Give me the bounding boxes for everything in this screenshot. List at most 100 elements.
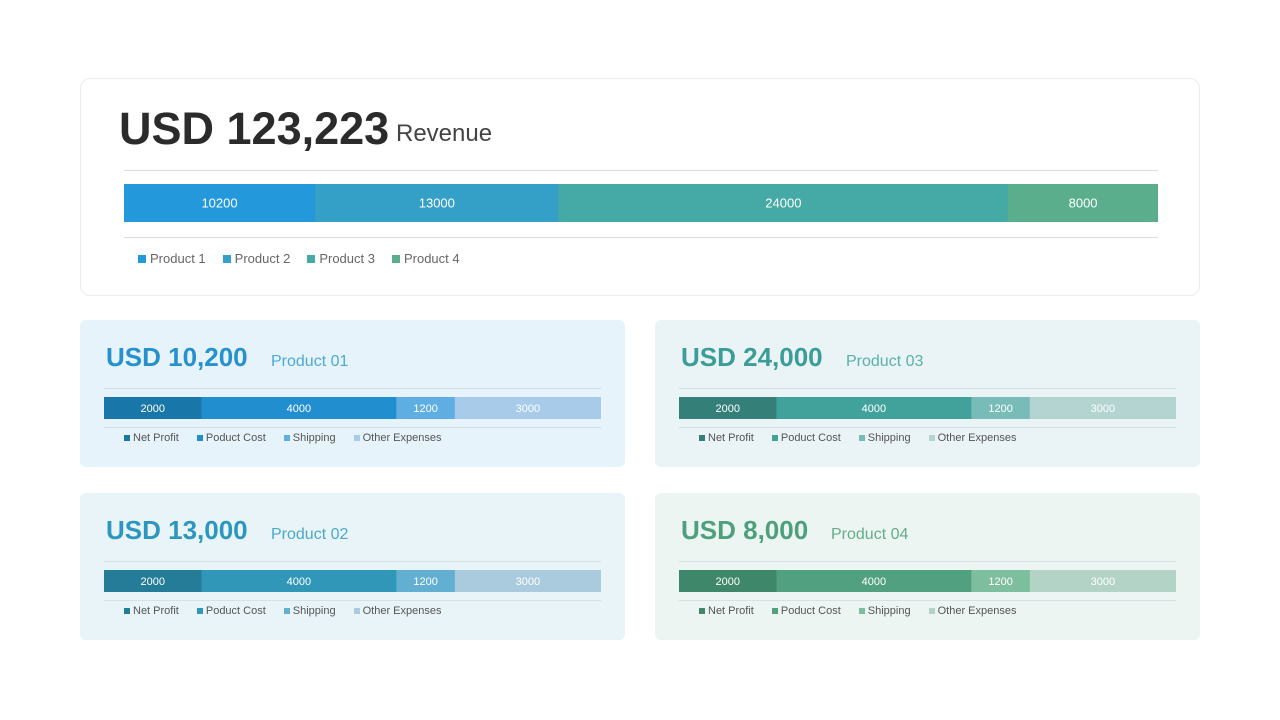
product-name: Product 01	[271, 353, 349, 370]
legend-swatch	[138, 254, 146, 263]
legend-label: Shipping	[292, 605, 336, 617]
revenue-legend: Product 1 Product 2 Product 3 Product 4	[138, 251, 477, 266]
product-stacked-bar: 2000 4000 1200 3000	[104, 397, 601, 419]
bar-value-label: 1200	[988, 576, 1012, 588]
divider	[104, 388, 601, 389]
legend-item: Product 4	[391, 251, 460, 266]
revenue-amount: USD 123,223	[119, 103, 390, 154]
legend-item: Shipping	[283, 432, 336, 444]
divider	[679, 600, 1176, 601]
bar-value-label: 3000	[1091, 576, 1115, 588]
bar-value-label: 2000	[715, 403, 739, 415]
legend-label: Net Profit	[133, 432, 179, 444]
legend-swatch	[699, 608, 705, 614]
legend-label: Poduct Cost	[205, 605, 266, 617]
bar-value-label: 8000	[1069, 196, 1098, 211]
legend-swatch	[283, 608, 290, 614]
divider	[124, 170, 1158, 171]
bar-value-label: 4000	[287, 576, 311, 588]
legend-item: Net Profit	[699, 605, 754, 617]
legend-swatch	[222, 254, 231, 263]
divider	[104, 561, 601, 562]
product-stacked-bar: 2000 4000 1200 3000	[679, 397, 1176, 419]
bar-value-label: 1200	[413, 576, 437, 588]
bar-value-label: 13000	[419, 196, 455, 211]
legend-swatch	[124, 435, 130, 441]
bar-value-label: 4000	[862, 403, 886, 415]
legend-label: Other Expenses	[362, 605, 442, 617]
product-card: USD 24,000 Product 03 2000 4000 1200 3000 N…	[655, 320, 1200, 467]
divider	[679, 427, 1176, 428]
bar-value-label: 3000	[516, 403, 540, 415]
legend-label: Product 3	[319, 251, 375, 266]
product-legend: Net Profit Poduct Cost Shipping Other Ex…	[699, 605, 1034, 617]
product-amount: USD 24,000	[681, 342, 823, 372]
legend-item: Other Expenses	[928, 432, 1017, 444]
legend-label: Poduct Cost	[205, 432, 266, 444]
legend-item: Product 1	[138, 251, 206, 266]
legend-label: Shipping	[867, 605, 911, 617]
product-stacked-bar: 2000 4000 1200 3000	[104, 570, 601, 592]
bar-value-label: 3000	[516, 576, 540, 588]
bar-value-label: 2000	[140, 576, 164, 588]
legend-label: Shipping	[867, 432, 911, 444]
legend-swatch	[196, 608, 203, 614]
product-legend: Net Profit Poduct Cost Shipping Other Ex…	[699, 432, 1034, 444]
bar-value-label: 3000	[1091, 403, 1115, 415]
product-name: Product 02	[271, 526, 349, 543]
bar-value-label: 4000	[862, 576, 886, 588]
product-stacked-bar: 2000 4000 1200 3000	[679, 570, 1176, 592]
bar-value-label: 24000	[765, 196, 801, 211]
legend-swatch	[771, 435, 778, 441]
revenue-card: USD 123,223 Revenue 10200 13000 24000 8000 …	[80, 78, 1200, 296]
legend-swatch	[196, 435, 203, 441]
legend-item: Net Profit	[699, 432, 754, 444]
legend-label: Net Profit	[708, 605, 754, 617]
legend-swatch	[353, 435, 360, 441]
legend-label: Other Expenses	[937, 605, 1017, 617]
legend-item: Other Expenses	[353, 605, 442, 617]
revenue-stacked-bar: 10200 13000 24000 8000	[124, 184, 1158, 222]
legend-label: Other Expenses	[937, 432, 1017, 444]
product-card: USD 10,200 Product 01 2000 4000 1200 3000 N…	[80, 320, 625, 467]
legend-swatch	[858, 435, 865, 441]
divider	[104, 600, 601, 601]
legend-item: Other Expenses	[928, 605, 1017, 617]
divider	[124, 237, 1158, 238]
bar-value-label: 10200	[201, 196, 237, 211]
legend-label: Poduct Cost	[780, 605, 841, 617]
legend-label: Product 4	[403, 251, 460, 266]
legend-item: Poduct Cost	[771, 432, 841, 444]
legend-swatch	[928, 435, 935, 441]
legend-item: Shipping	[283, 605, 336, 617]
legend-label: Product 1	[150, 251, 206, 266]
legend-swatch	[771, 608, 778, 614]
bar-value-label: 1200	[413, 403, 437, 415]
legend-item: Product 2	[222, 251, 291, 266]
legend-item: Shipping	[858, 605, 911, 617]
bar-value-label: 2000	[715, 576, 739, 588]
legend-item: Poduct Cost	[771, 605, 841, 617]
legend-label: Net Profit	[708, 432, 754, 444]
product-amount: USD 10,200	[106, 342, 248, 372]
legend-label: Net Profit	[133, 605, 179, 617]
legend-swatch	[699, 435, 705, 441]
legend-item: Poduct Cost	[196, 605, 266, 617]
legend-swatch	[858, 608, 865, 614]
product-amount: USD 13,000	[106, 515, 248, 545]
divider	[104, 427, 601, 428]
revenue-label: Revenue	[396, 120, 493, 147]
divider	[679, 561, 1176, 562]
legend-label: Shipping	[292, 432, 336, 444]
product-amount: USD 8,000	[681, 515, 809, 545]
divider	[679, 388, 1176, 389]
legend-swatch	[391, 254, 400, 263]
product-legend: Net Profit Poduct Cost Shipping Other Ex…	[124, 605, 459, 617]
legend-label: Product 2	[234, 251, 291, 266]
legend-item: Net Profit	[124, 432, 179, 444]
legend-swatch	[353, 608, 360, 614]
legend-swatch	[307, 254, 316, 263]
bar-value-label: 2000	[140, 403, 164, 415]
legend-label: Other Expenses	[362, 432, 442, 444]
legend-item: Poduct Cost	[196, 432, 266, 444]
